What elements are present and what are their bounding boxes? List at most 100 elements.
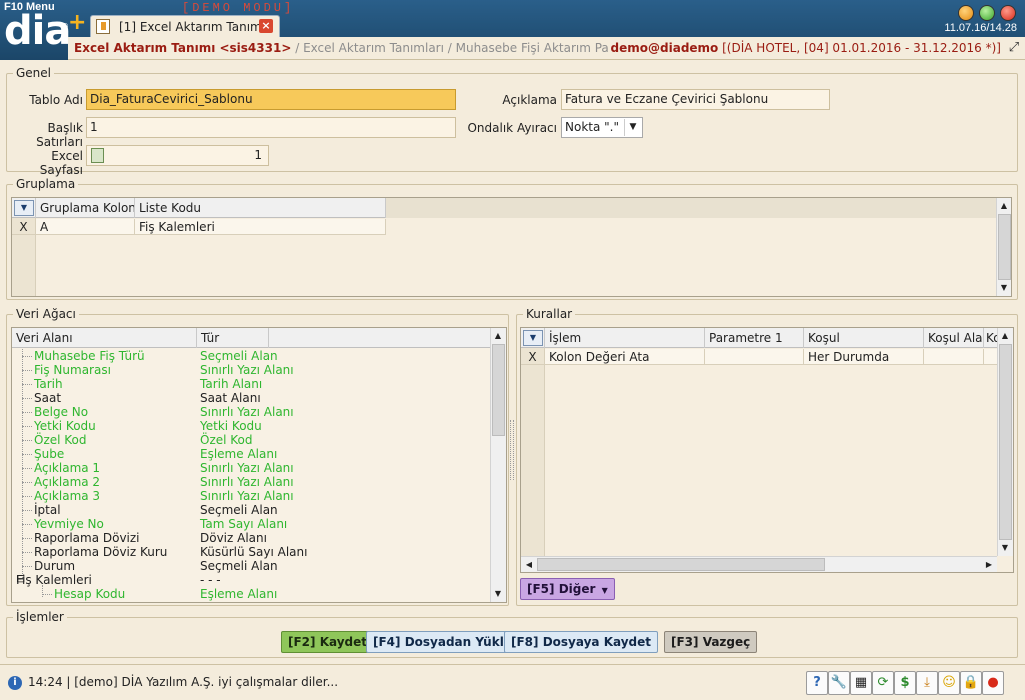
calculator-icon[interactable] [91,148,104,163]
tree-row[interactable]: Belge No Sınırlı Yazı Alanı [12,405,482,419]
tablo-adi-input[interactable]: Dia_FaturaCevirici_Sablonu [86,89,456,110]
help-icon[interactable]: ? [806,671,828,695]
tree-item-name: Özel Kod [34,433,87,447]
aciklama-input[interactable]: Fatura ve Eczane Çevirici Şablonu [561,89,830,110]
row-delete-mark[interactable]: X [12,219,36,235]
tree-row[interactable]: Şube Eşleme Alanı [12,447,482,461]
tree-row[interactable]: Özel Kod Özel Kod [12,433,482,447]
info-icon[interactable]: i [8,676,22,690]
scroll-down-icon[interactable]: ▼ [997,281,1011,295]
kaydet-button[interactable]: [F2] Kaydet [281,631,375,653]
expand-icon[interactable]: ⤢ [1007,41,1021,55]
cell-kosul-alan[interactable] [924,349,984,365]
column-header-parametre-1[interactable]: Parametre 1 [705,328,804,348]
tree-connector [42,594,52,595]
tree-row[interactable]: Saat Saat Alanı [12,391,482,405]
lock-icon[interactable]: 🔒 [960,671,982,695]
tree-row[interactable]: ⊟ Fiş Kalemleri - - - [12,572,482,587]
tree-connector [22,356,32,357]
scroll-thumb[interactable] [492,344,505,436]
column-header-tur[interactable]: Tür [197,328,269,348]
tree-row[interactable]: Muhasebe Fiş Türü Seçmeli Alan [12,349,482,363]
tab-close-icon[interactable]: × [259,19,273,33]
tree-row[interactable]: Yetki Kodu Yetki Kodu [12,419,482,433]
tree-item-type: Sınırlı Yazı Alanı [200,461,294,475]
tree-item-type: Küsürlü Sayı Alanı [200,545,308,559]
tree-row[interactable]: Açıklama 2 Sınırlı Yazı Alanı [12,475,482,489]
diger-button[interactable]: [F5] Diğer ▼ [520,578,615,600]
gruplama-vscroll[interactable]: ▲ ▼ [996,198,1011,296]
dosyadan-yukle-button[interactable]: [F4] Dosyadan Yükle [366,631,519,653]
column-header-veri-alani[interactable]: Veri Alanı [12,328,197,348]
tree-row[interactable]: Tarih Tarih Alanı [12,377,482,391]
cell-liste-kodu[interactable]: Fiş Kalemleri [135,219,386,235]
scroll-up-icon[interactable]: ▲ [998,329,1012,343]
scroll-up-icon[interactable]: ▲ [491,329,505,343]
tree-row[interactable]: İptal Seçmeli Alan [12,503,482,517]
ondalik-ayiraci-select[interactable]: Nokta "." ▼ [561,117,643,138]
vazgec-button[interactable]: [F3] Vazgeç [664,631,758,653]
tree-connector [22,482,32,483]
genel-title: Genel [13,66,55,80]
scroll-right-icon[interactable]: ▶ [982,558,996,572]
window-close-button[interactable] [1000,5,1016,21]
window-minimize-button[interactable] [958,5,974,21]
scroll-thumb[interactable] [998,214,1011,280]
tree-row[interactable]: Raporlama Döviz Kuru Küsürlü Sayı Alanı [12,545,482,559]
grid-menu-cell: ▼ [521,328,545,348]
chevron-down-icon[interactable]: ▼ [624,119,641,136]
gruplama-grid-header: ▼ Gruplama Kolonu Liste Kodu [12,198,386,218]
scroll-thumb[interactable] [999,344,1012,540]
column-header-islem[interactable]: İşlem [545,328,705,348]
download-icon[interactable]: ⤓ [916,671,938,695]
cell-islem[interactable]: Kolon Değeri Ata [545,349,705,365]
dosyaya-kaydet-button[interactable]: [F8] Dosyaya Kaydet [504,631,659,653]
tree-connector [22,426,32,427]
grid-menu-icon[interactable]: ▼ [523,330,543,346]
baslik-satirlari-input[interactable]: 1 [86,117,456,138]
column-header-kosul-alan[interactable]: Koşul Alan [924,328,984,348]
tree-row[interactable]: Açıklama 3 Sınırlı Yazı Alanı [12,489,482,503]
tree-row[interactable]: Raporlama Dövizi Döviz Alanı [12,531,482,545]
company-period: [(DİA HOTEL, [04] 01.01.2016 - 31.12.201… [718,41,1001,55]
tree-row[interactable]: Yevmiye No Tam Sayı Alanı [12,517,482,531]
panel-splitter[interactable] [510,420,514,480]
kurallar-vscroll[interactable]: ▲ ▼ [997,328,1013,556]
scroll-left-icon[interactable]: ◀ [522,558,536,572]
kurallar-hscroll[interactable]: ◀ ▶ [521,556,997,572]
veri-agaci-vscroll[interactable]: ▲ ▼ [490,328,506,602]
tree-item-type: Sınırlı Yazı Alanı [200,475,294,489]
smiley-icon[interactable]: ☺ [938,671,960,695]
diger-label: [F5] Diğer [527,582,596,596]
column-header-gruplama-kolonu[interactable]: Gruplama Kolonu [36,198,135,218]
cell-gruplama-kolonu[interactable]: A [36,219,135,235]
tree-row[interactable]: Fiş Numarası Sınırlı Yazı Alanı [12,363,482,377]
tree-item-type: Seçmeli Alan [200,559,278,573]
tree-row[interactable]: Durum Seçmeli Alan [12,559,482,573]
baslik-satirlari-label: Başlık Satırları [36,121,83,149]
column-header-kosul[interactable]: Koşul [804,328,924,348]
calculator-icon[interactable]: ▦ [850,671,872,695]
tree-connector [22,454,32,455]
scroll-thumb[interactable] [537,558,825,571]
grid-menu-icon[interactable]: ▼ [14,200,34,216]
cell-parametre-1[interactable] [705,349,804,365]
tab-excel-aktarim[interactable]: [1] Excel Aktarım Tanımı × [90,15,280,37]
tree-row[interactable]: Hesap Kodu Eşleme Alanı [12,587,482,601]
currency-icon[interactable]: $ [894,671,916,695]
scroll-down-icon[interactable]: ▼ [998,541,1012,555]
new-tab-plus-icon[interactable]: + [68,12,86,34]
scroll-up-icon[interactable]: ▲ [997,199,1011,213]
cell-kosul[interactable]: Her Durumda [804,349,924,365]
row-delete-mark[interactable]: X [521,349,545,365]
excel-sayfasi-spinner[interactable]: 1 [86,145,269,166]
window-maximize-button[interactable] [979,5,995,21]
scroll-down-icon[interactable]: ▼ [491,587,505,601]
tree-item-type: Özel Kod [200,433,253,447]
tree-connector [22,398,32,399]
column-header-liste-kodu[interactable]: Liste Kodu [135,198,386,218]
stop-icon[interactable]: ● [982,671,1004,695]
refresh-icon[interactable]: ⟳ [872,671,894,695]
tools-icon[interactable]: 🔧 [828,671,850,695]
tree-row[interactable]: Açıklama 1 Sınırlı Yazı Alanı [12,461,482,475]
